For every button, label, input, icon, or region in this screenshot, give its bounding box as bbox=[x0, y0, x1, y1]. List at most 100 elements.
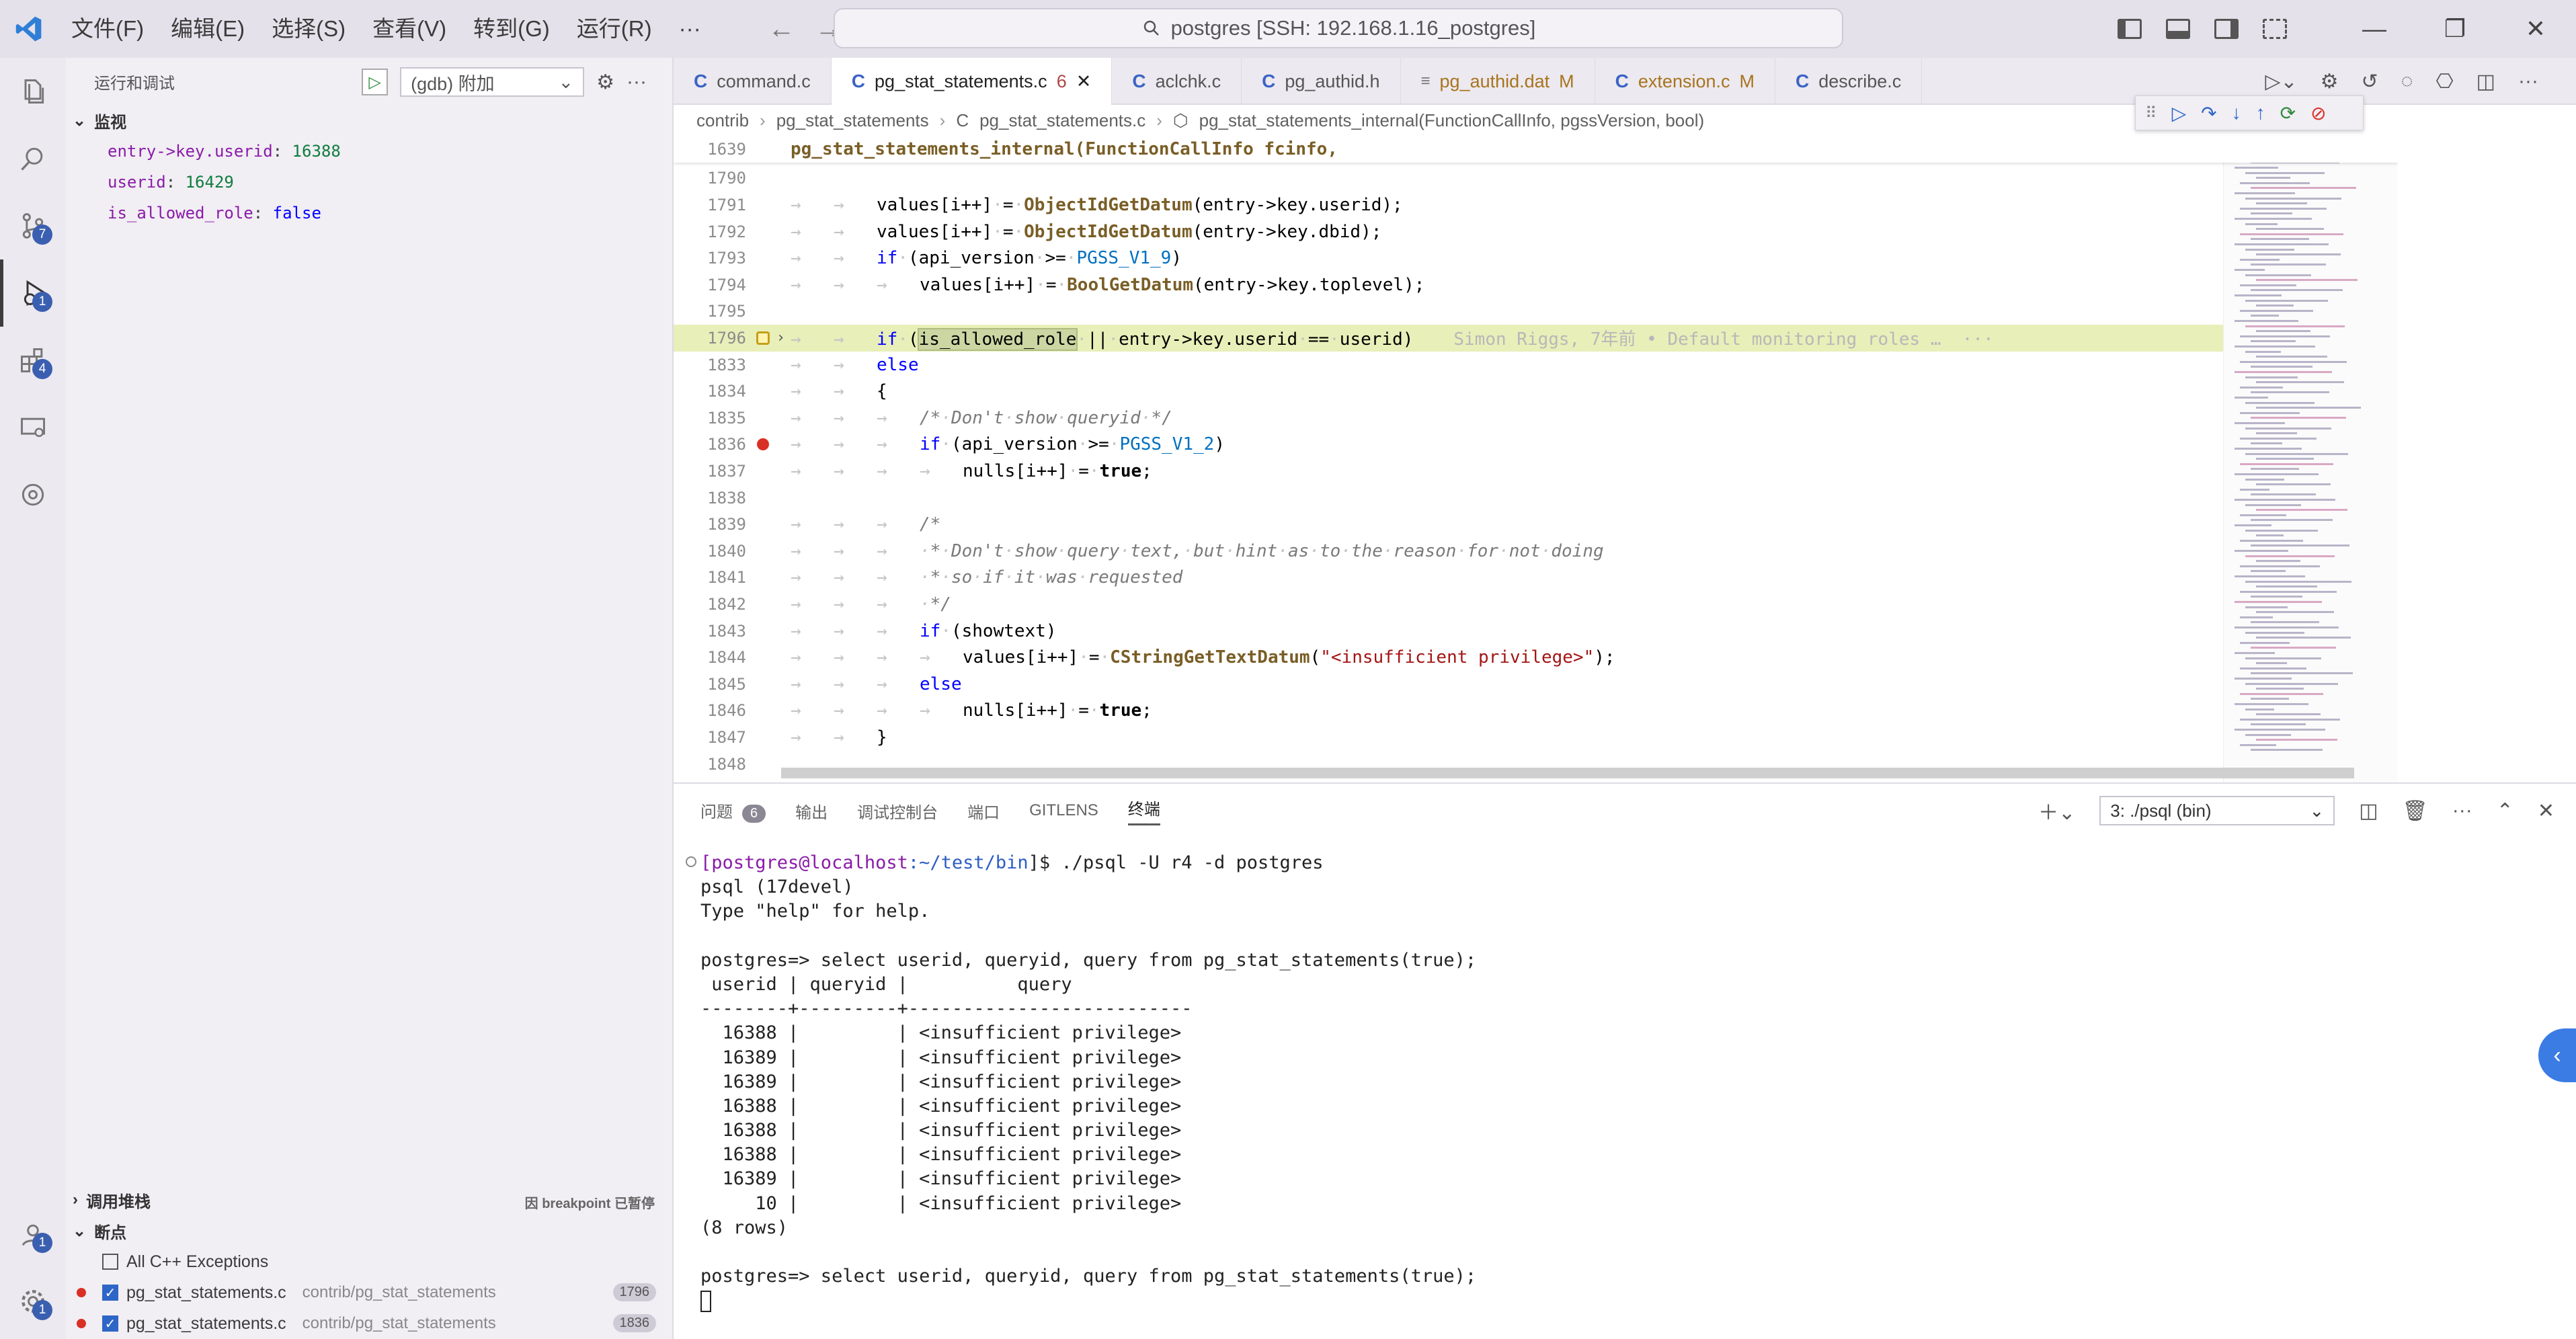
code-line[interactable]: 1843 → → → if·(showtext) bbox=[674, 618, 2398, 645]
split-terminal-icon[interactable]: ◫ bbox=[2359, 799, 2378, 823]
editor-tab[interactable]: Cpg_authid.h bbox=[1242, 58, 1401, 105]
panel-tab[interactable]: GITLENS bbox=[1029, 801, 1098, 820]
toggle-secondary-sidebar-icon[interactable] bbox=[2214, 19, 2239, 39]
step-out-icon[interactable]: ↑ bbox=[2256, 102, 2265, 124]
step-over-icon[interactable]: ↷ bbox=[2201, 102, 2216, 124]
gutter[interactable] bbox=[746, 432, 780, 458]
sticky-scroll-line[interactable]: 1639 pg_stat_statements_internal(Functio… bbox=[674, 136, 2398, 163]
gutter[interactable] bbox=[746, 538, 780, 565]
customize-layout-icon[interactable] bbox=[2263, 19, 2287, 39]
remote-explorer-icon[interactable] bbox=[0, 394, 66, 461]
search-view-icon[interactable] bbox=[0, 125, 66, 192]
settings-gear-icon[interactable]: 1 bbox=[0, 1268, 66, 1335]
watch-expression[interactable]: is_allowed_role: false bbox=[66, 198, 672, 229]
git-icon[interactable]: ⎔ bbox=[2436, 70, 2453, 93]
gutter[interactable] bbox=[746, 618, 780, 645]
gitlens-icon[interactable] bbox=[0, 461, 66, 528]
gutter[interactable] bbox=[746, 644, 780, 671]
code-line[interactable]: 1796 › → → if·(is_allowed_role·||·entry->key… bbox=[674, 325, 2398, 352]
panel-tab[interactable]: 端口 bbox=[967, 799, 1000, 823]
minimize-button[interactable]: — bbox=[2334, 0, 2415, 58]
chevron-right-icon[interactable]: › bbox=[776, 329, 785, 346]
code-line[interactable]: 1835 → → →/*·Don't·show·queryid·*/ bbox=[674, 405, 2398, 432]
drag-handle-icon[interactable]: ⠿ bbox=[2145, 104, 2157, 123]
code-line[interactable]: 1842 → → → ·*/ bbox=[674, 591, 2398, 618]
code-line[interactable]: 1794 → → → values[i++]·=·BoolGetDatum(entry-… bbox=[674, 272, 2398, 298]
code-line[interactable]: 1847 → →} bbox=[674, 724, 2398, 751]
toggle-primary-sidebar-icon[interactable] bbox=[2118, 19, 2142, 39]
code-line[interactable]: 1834 → →{ bbox=[674, 378, 2398, 405]
horizontal-scrollbar[interactable] bbox=[781, 768, 2354, 778]
continue-icon[interactable]: ▷ bbox=[2172, 102, 2187, 124]
gutter[interactable] bbox=[746, 352, 780, 378]
accounts-icon[interactable]: 1 bbox=[0, 1201, 66, 1268]
command-center-search[interactable]: postgres [SSH: 192.168.1.16_postgres] bbox=[834, 8, 1843, 48]
code-line[interactable]: 1840 → → → ·*·Don't·show·query·text,·but·hin… bbox=[674, 538, 2398, 565]
watch-expression[interactable]: entry->key.userid: 16388 bbox=[66, 136, 672, 167]
code-line[interactable]: 1790 bbox=[674, 165, 2398, 192]
breakpoint-checkbox[interactable] bbox=[102, 1254, 118, 1270]
watch-expression[interactable]: userid: 16429 bbox=[66, 167, 672, 198]
gutter[interactable] bbox=[746, 485, 780, 512]
code-line[interactable]: 1846 → → → → nulls[i++]·=·true; bbox=[674, 698, 2398, 725]
toggle-panel-icon[interactable] bbox=[2166, 19, 2190, 39]
gutter[interactable] bbox=[746, 565, 780, 592]
editor-tab[interactable]: ≡ pg_authid.dat M bbox=[1401, 58, 1595, 105]
code-line[interactable]: 1795 bbox=[674, 298, 2398, 325]
editor-tab[interactable]: Cpg_stat_statements.c 6 ✕ bbox=[831, 58, 1113, 105]
code-line[interactable]: 1845 → → → else bbox=[674, 671, 2398, 698]
panel-tab[interactable]: 终端 bbox=[1127, 796, 1160, 825]
terminal-output[interactable]: [postgres@localhost:~/test/bin]$ ./psql … bbox=[686, 851, 1476, 1313]
timeline-back-icon[interactable]: ↺ bbox=[2361, 70, 2378, 93]
more-actions-icon[interactable]: ··· bbox=[2452, 799, 2472, 822]
gutter[interactable] bbox=[746, 378, 780, 405]
explorer-icon[interactable] bbox=[0, 58, 66, 125]
close-window-button[interactable]: ✕ bbox=[2495, 0, 2576, 58]
gutter[interactable] bbox=[746, 751, 780, 778]
code-line[interactable]: 1837 → → → → nulls[i++]·=·true; bbox=[674, 458, 2398, 485]
gutter[interactable] bbox=[746, 671, 780, 698]
gutter[interactable] bbox=[746, 192, 780, 218]
breadcrumb-item[interactable]: contrib bbox=[696, 110, 749, 131]
code-editor[interactable]: 1639 pg_stat_statements_internal(Functio… bbox=[674, 136, 2398, 782]
close-panel-icon[interactable]: ✕ bbox=[2538, 799, 2554, 823]
gutter[interactable] bbox=[746, 511, 780, 538]
back-arrow-icon[interactable]: ← bbox=[768, 14, 795, 44]
step-into-icon[interactable]: ↓ bbox=[2232, 102, 2241, 124]
code-line[interactable]: 1838 bbox=[674, 485, 2398, 512]
debug-settings-gear-icon[interactable]: ⚙ bbox=[596, 71, 614, 94]
disconnect-icon[interactable]: ⊘ bbox=[2310, 102, 2326, 124]
close-icon[interactable]: ✕ bbox=[1076, 71, 1092, 92]
gutter[interactable] bbox=[746, 724, 780, 751]
editor-tab[interactable]: Caclchk.c bbox=[1112, 58, 1242, 105]
breadcrumb-item[interactable]: pg_stat_statements_internal(FunctionCall… bbox=[1199, 110, 1705, 131]
menu-item[interactable]: 转到(G) bbox=[460, 0, 563, 58]
breakpoint-checkbox[interactable]: ✓ bbox=[102, 1315, 118, 1332]
restore-button[interactable]: ❐ bbox=[2415, 0, 2495, 58]
more-actions-icon[interactable]: ··· bbox=[627, 71, 647, 93]
code-line[interactable]: 1839 → → →/* bbox=[674, 511, 2398, 538]
menu-item[interactable]: 运行(R) bbox=[563, 0, 666, 58]
start-debugging-button[interactable]: ▷ bbox=[362, 69, 389, 95]
gutter[interactable]: › bbox=[746, 325, 785, 352]
trash-icon[interactable]: 🗑 bbox=[2403, 799, 2428, 823]
compare-icon[interactable]: ◌ bbox=[2401, 70, 2413, 93]
code-line[interactable]: 1841 → → → ·*·so·if·it·was·requested bbox=[674, 565, 2398, 592]
callstack-section-header[interactable]: › 调用堆栈 因 breakpoint 已暂停 bbox=[66, 1184, 672, 1215]
restart-icon[interactable]: ⟳ bbox=[2280, 102, 2296, 124]
watch-section-header[interactable]: ⌄ 监视 bbox=[66, 105, 672, 136]
editor-tab[interactable]: Ccommand.c bbox=[674, 58, 832, 105]
new-terminal-icon[interactable]: ＋⌄ bbox=[2038, 796, 2075, 825]
gutter[interactable] bbox=[746, 165, 780, 192]
terminal-select[interactable]: 3: ./psql (bin) ⌄ bbox=[2099, 796, 2335, 825]
breakpoint-checkbox[interactable]: ✓ bbox=[102, 1285, 118, 1301]
run-debug-dropdown-icon[interactable]: ▷⌄ bbox=[2265, 70, 2297, 93]
code-line[interactable]: 1792 → → values[i++]·=·ObjectIdGetDatum(ent… bbox=[674, 218, 2398, 245]
menu-item[interactable]: 文件(F) bbox=[58, 0, 157, 58]
breadcrumb-item[interactable]: pg_stat_statements bbox=[776, 110, 929, 131]
code-line[interactable]: 1844 → → → → values[i++]·=·CStringGetTextDatu… bbox=[674, 644, 2398, 671]
more-actions-icon[interactable]: ··· bbox=[2518, 70, 2538, 93]
menu-item[interactable]: 查看(V) bbox=[359, 0, 460, 58]
gutter[interactable] bbox=[746, 272, 780, 298]
debug-config-select[interactable]: (gdb) 附加 ⌄ bbox=[400, 67, 585, 97]
